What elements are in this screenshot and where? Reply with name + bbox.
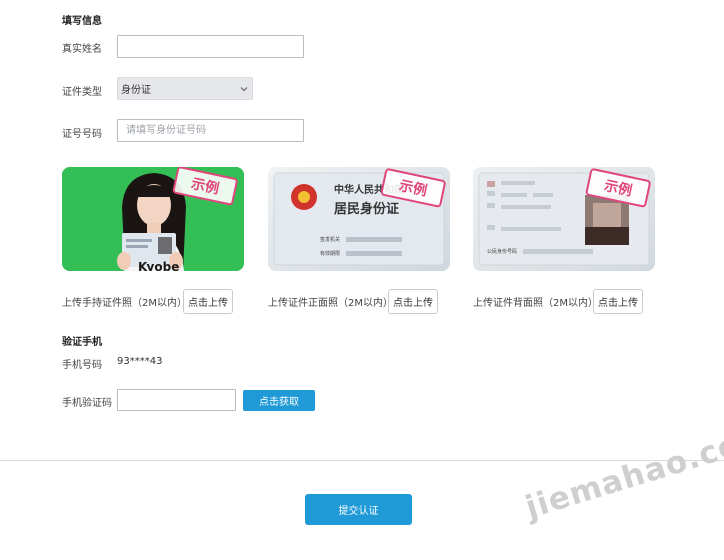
photo-caption: Kyobe — [138, 260, 179, 271]
upload-handheld-text: 上传手持证件照（2M以内） — [62, 298, 187, 309]
id-type-select[interactable]: 身份证 — [117, 77, 253, 100]
verification-code-input[interactable] — [117, 389, 236, 411]
fill-info-title: 填写信息 — [62, 16, 102, 27]
card-subtitle: 居民身份证 — [334, 201, 399, 217]
upload-front-button[interactable]: 点击上传 — [388, 289, 438, 314]
submit-button[interactable]: 提交认证 — [305, 494, 412, 525]
phone-value: 93****43 — [117, 356, 163, 367]
id-type-selected: 身份证 — [121, 85, 151, 96]
upload-front-text: 上传证件正面照（2M以内） — [268, 298, 393, 309]
upload-back-button[interactable]: 点击上传 — [593, 289, 643, 314]
id-type-label: 证件类型 — [62, 87, 102, 98]
verify-phone-title: 验证手机 — [62, 337, 102, 348]
id-number-label: 证号号码 — [62, 129, 102, 140]
sample-handheld-photo: Kyobe 示例 — [62, 167, 244, 271]
real-name-label: 真实姓名 — [62, 44, 102, 55]
upload-handheld-button[interactable]: 点击上传 — [183, 289, 233, 314]
get-code-button[interactable]: 点击获取 — [243, 390, 315, 411]
sample-id-front: 中华人民共和国 居民身份证 签发机关 有效期限 示例 — [268, 167, 450, 271]
code-label: 手机验证码 — [62, 398, 112, 409]
divider — [0, 460, 724, 461]
sample-id-back: 公民身份号码 示例 — [473, 167, 655, 271]
real-name-input[interactable] — [117, 35, 304, 58]
validity-label: 有效期限 — [320, 250, 340, 257]
phone-label: 手机号码 — [62, 360, 102, 371]
id-number-input[interactable] — [117, 119, 304, 142]
issuer-label: 签发机关 — [320, 236, 340, 243]
id-number-caption: 公民身份号码 — [487, 248, 517, 255]
upload-back-text: 上传证件背面照（2M以内） — [473, 298, 598, 309]
watermark: jiemahao.com — [521, 416, 724, 526]
chevron-down-icon — [240, 86, 248, 91]
